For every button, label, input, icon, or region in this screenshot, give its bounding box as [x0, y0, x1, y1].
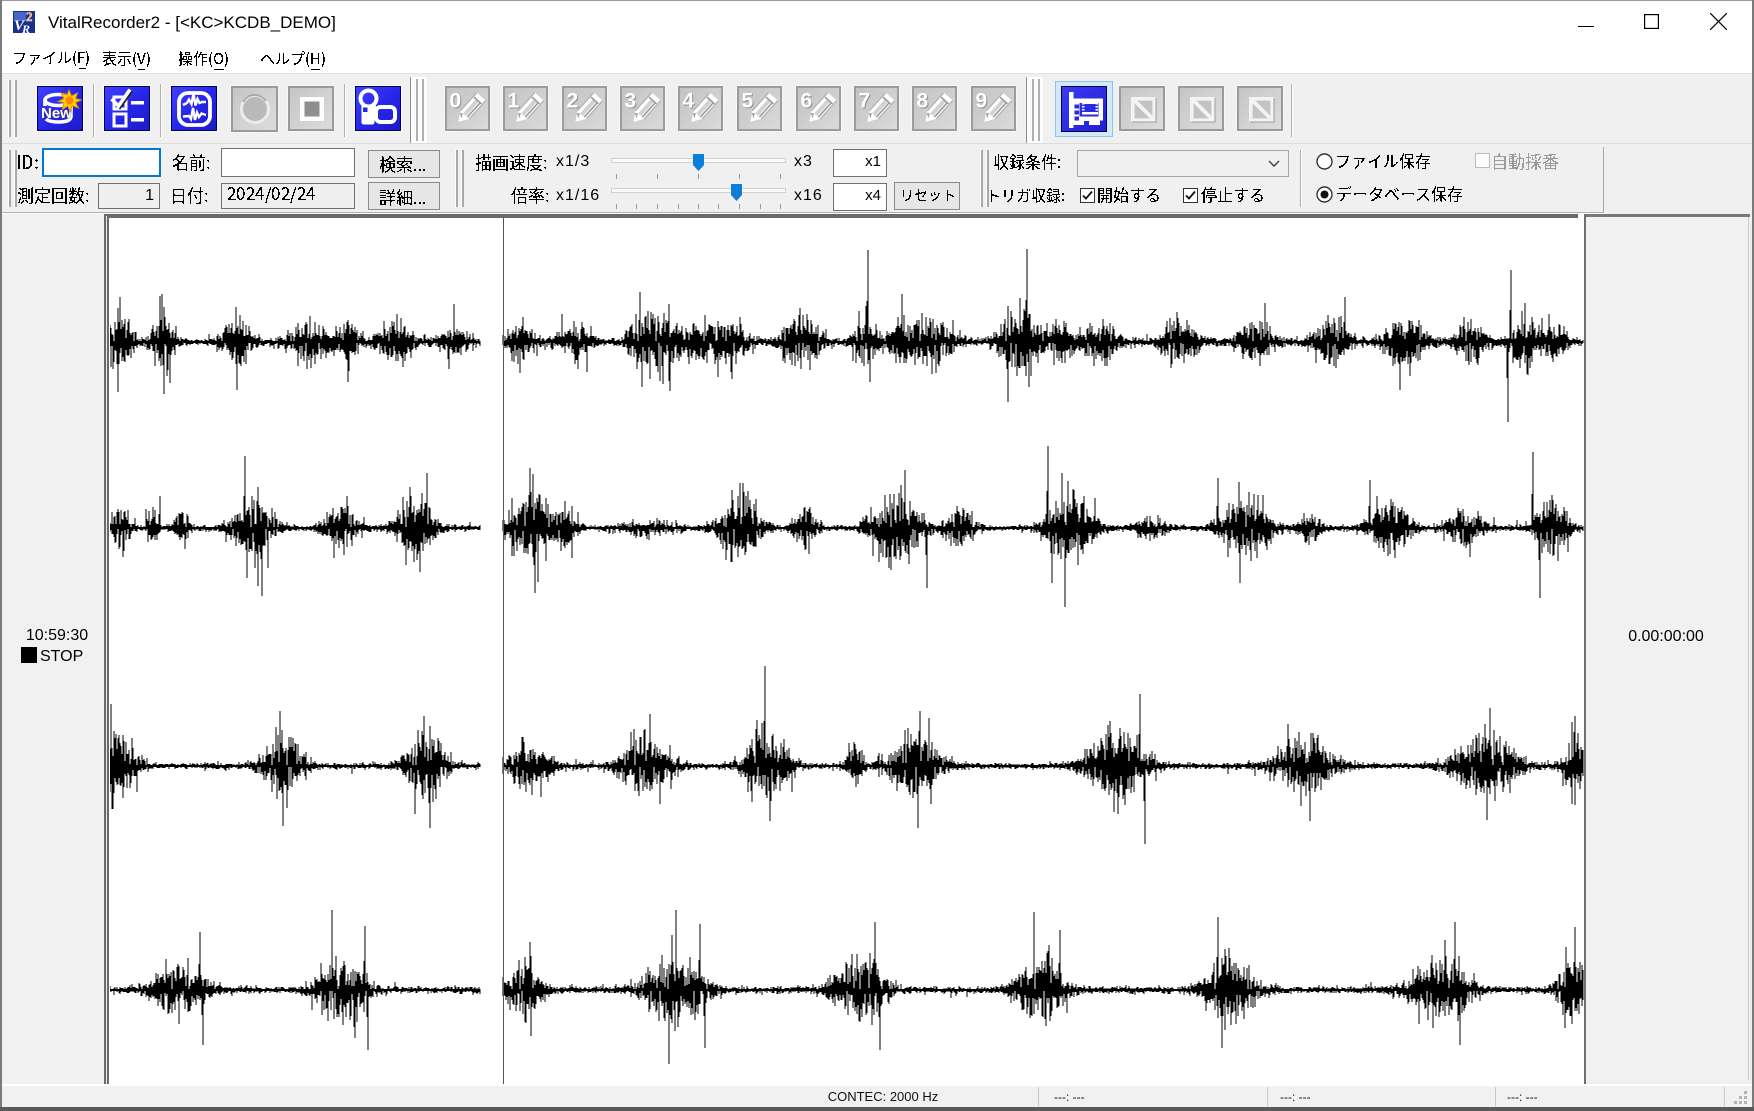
- svg-text:3: 3: [625, 90, 637, 113]
- svg-text:4: 4: [683, 90, 695, 113]
- svg-text:8: 8: [917, 90, 929, 113]
- svg-text:9: 9: [976, 90, 988, 113]
- svg-text:2: 2: [26, 9, 33, 24]
- svg-text:New: New: [41, 105, 72, 122]
- svg-text:5: 5: [742, 90, 754, 113]
- svg-text:7: 7: [859, 90, 871, 113]
- svg-text:0: 0: [450, 90, 462, 113]
- svg-text:1: 1: [508, 90, 520, 113]
- svg-text:6: 6: [801, 90, 813, 113]
- svg-text:2: 2: [567, 90, 579, 113]
